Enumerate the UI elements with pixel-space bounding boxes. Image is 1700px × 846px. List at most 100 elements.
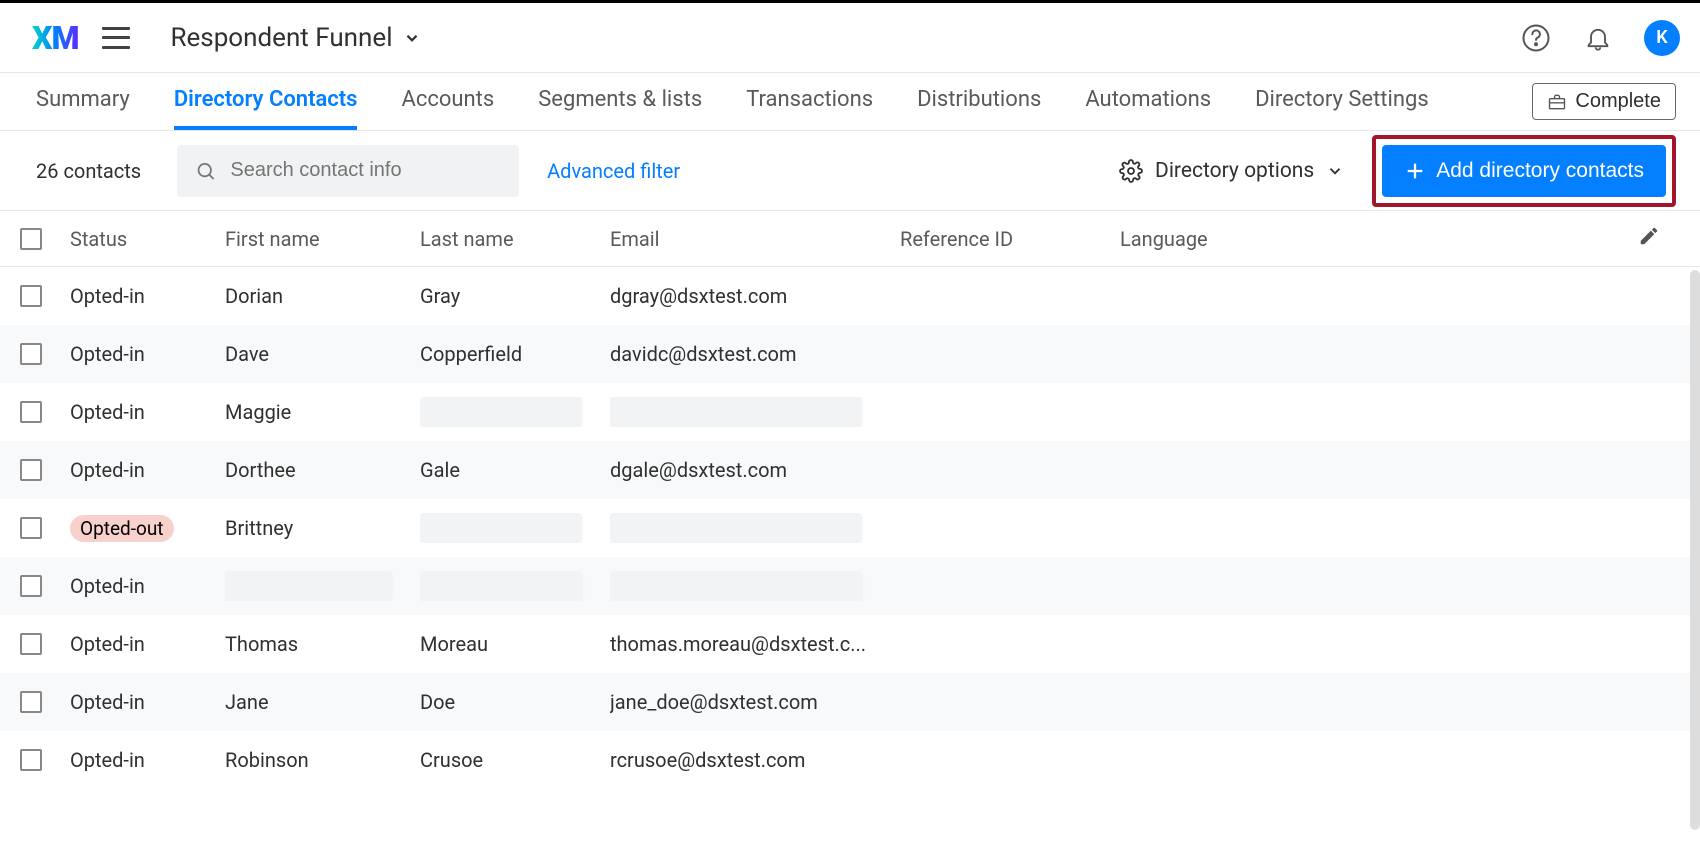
cell-first-name: Robinson [225, 748, 420, 772]
avatar[interactable]: K [1644, 20, 1680, 56]
add-contacts-highlight: Add directory contacts [1372, 135, 1676, 207]
redacted-block [420, 571, 582, 601]
column-status[interactable]: Status [70, 227, 225, 251]
search-icon [195, 159, 216, 183]
help-icon[interactable] [1520, 22, 1552, 54]
add-contacts-label: Add directory contacts [1436, 159, 1644, 183]
table-row[interactable]: Opted-inJaneDoejane_doe@dsxtest.com [0, 673, 1700, 731]
cell-first-name: Jane [225, 690, 420, 714]
cell-last-name: Doe [420, 690, 610, 714]
redacted-block [420, 397, 582, 427]
row-checkbox[interactable] [20, 459, 42, 481]
cell-first-name: Thomas [225, 632, 420, 656]
cell-first-name: Dave [225, 342, 420, 366]
complete-button[interactable]: Complete [1532, 83, 1676, 120]
row-checkbox[interactable] [20, 575, 42, 597]
scrollbar[interactable] [1690, 270, 1700, 830]
table-row[interactable]: Opted-outBrittney [0, 499, 1700, 557]
table-header: Status First name Last name Email Refere… [0, 211, 1700, 267]
complete-label: Complete [1575, 90, 1661, 113]
cell-last-name: Gray [420, 284, 610, 308]
cell-last-name: Moreau [420, 632, 610, 656]
cell-first-name: Maggie [225, 400, 420, 424]
toolbox-icon [1547, 92, 1567, 112]
cell-status: Opted-in [70, 458, 225, 482]
cell-status: Opted-in [70, 574, 225, 598]
table-row[interactable]: Opted-inDaveCopperfielddavidc@dsxtest.co… [0, 325, 1700, 383]
toolbar: 26 contacts Advanced filter Directory op… [0, 131, 1700, 211]
directory-options-label: Directory options [1155, 159, 1314, 183]
tab-directory-settings[interactable]: Directory Settings [1255, 73, 1429, 130]
tab-segments-lists[interactable]: Segments & lists [538, 73, 702, 130]
notifications-icon[interactable] [1582, 22, 1614, 54]
contact-count: 26 contacts [36, 159, 141, 183]
cell-last-name [420, 513, 610, 543]
edit-columns-button[interactable] [1638, 225, 1680, 252]
redacted-block [610, 397, 862, 427]
table-row[interactable]: Opted-inDorianGraydgray@dsxtest.com [0, 267, 1700, 325]
logo: XM [32, 19, 78, 57]
cell-last-name: Crusoe [420, 748, 610, 772]
redacted-block [610, 513, 862, 543]
redacted-block [420, 513, 582, 543]
redacted-block [225, 571, 392, 601]
cell-status: Opted-in [70, 632, 225, 656]
project-name: Respondent Funnel [170, 23, 392, 53]
row-checkbox[interactable] [20, 285, 42, 307]
cell-status: Opted-in [70, 342, 225, 366]
tab-automations[interactable]: Automations [1085, 73, 1211, 130]
cell-email: thomas.moreau@dsxtest.c... [610, 632, 900, 656]
column-email[interactable]: Email [610, 227, 900, 251]
row-checkbox[interactable] [20, 401, 42, 423]
pencil-icon [1638, 225, 1660, 247]
cell-status: Opted-in [70, 748, 225, 772]
cell-email: rcrusoe@dsxtest.com [610, 748, 900, 772]
column-reference-id[interactable]: Reference ID [900, 227, 1120, 251]
cell-email [610, 571, 900, 601]
row-checkbox[interactable] [20, 633, 42, 655]
tab-accounts[interactable]: Accounts [401, 73, 494, 130]
table-row[interactable]: Opted-in [0, 557, 1700, 615]
cell-last-name: Copperfield [420, 342, 610, 366]
column-last-name[interactable]: Last name [420, 227, 610, 251]
plus-icon [1404, 160, 1426, 182]
cell-status: Opted-in [70, 400, 225, 424]
row-checkbox[interactable] [20, 517, 42, 539]
table-row[interactable]: Opted-inDortheeGaledgale@dsxtest.com [0, 441, 1700, 499]
search-wrapper [177, 145, 519, 197]
table-row[interactable]: Opted-inMaggie [0, 383, 1700, 441]
column-language[interactable]: Language [1120, 227, 1420, 251]
cell-email: davidc@dsxtest.com [610, 342, 900, 366]
row-checkbox[interactable] [20, 691, 42, 713]
cell-status: Opted-out [70, 515, 225, 542]
cell-last-name [420, 397, 610, 427]
tab-transactions[interactable]: Transactions [746, 73, 873, 130]
cell-first-name [225, 571, 420, 601]
table-row[interactable]: Opted-inRobinsonCrusoercrusoe@dsxtest.co… [0, 731, 1700, 789]
cell-first-name: Dorian [225, 284, 420, 308]
project-switcher[interactable]: Respondent Funnel [170, 23, 420, 53]
table-row[interactable]: Opted-inThomasMoreauthomas.moreau@dsxtes… [0, 615, 1700, 673]
cell-first-name: Brittney [225, 516, 420, 540]
menu-icon[interactable] [102, 27, 130, 49]
chevron-down-icon [1326, 162, 1344, 180]
cell-last-name: Gale [420, 458, 610, 482]
directory-options-dropdown[interactable]: Directory options [1119, 159, 1344, 183]
select-all-checkbox[interactable] [20, 228, 42, 250]
advanced-filter-link[interactable]: Advanced filter [547, 159, 680, 183]
cell-email: dgale@dsxtest.com [610, 458, 900, 482]
cell-email: jane_doe@dsxtest.com [610, 690, 900, 714]
tab-summary[interactable]: Summary [36, 73, 130, 130]
redacted-block [610, 571, 862, 601]
contacts-table: Status First name Last name Email Refere… [0, 211, 1700, 789]
tab-distributions[interactable]: Distributions [917, 73, 1041, 130]
add-directory-contacts-button[interactable]: Add directory contacts [1382, 145, 1666, 197]
search-input[interactable] [230, 159, 501, 182]
tab-directory-contacts[interactable]: Directory Contacts [174, 73, 358, 130]
column-first-name[interactable]: First name [225, 227, 420, 251]
row-checkbox[interactable] [20, 343, 42, 365]
cell-status: Opted-in [70, 284, 225, 308]
row-checkbox[interactable] [20, 749, 42, 771]
chevron-down-icon [403, 29, 421, 47]
top-bar: XM Respondent Funnel K [0, 3, 1700, 73]
